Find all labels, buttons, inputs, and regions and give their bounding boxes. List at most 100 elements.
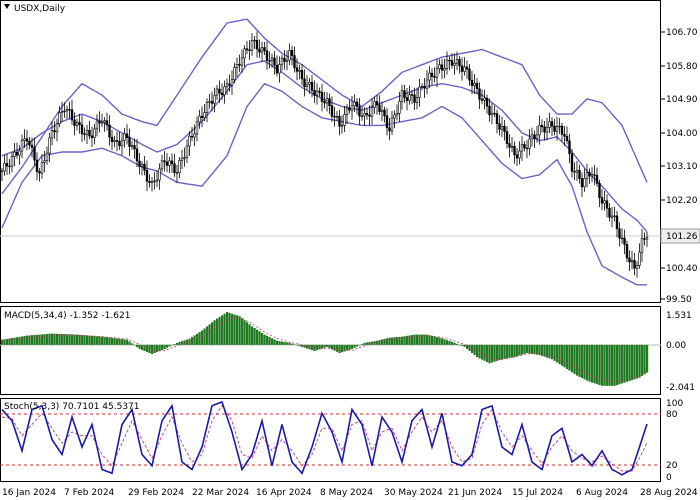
candle [175,164,179,183]
macd-bar [623,344,626,383]
macd-bar [216,318,219,345]
macd-bar [116,338,119,345]
macd-bar [498,344,501,361]
macd-bar [118,338,121,345]
macd-bar [258,331,261,345]
candle-body [33,147,36,161]
candle-body [638,251,641,266]
candle-body [343,114,346,126]
macd-bar [46,333,49,345]
macd-bar [563,344,566,368]
macd-bar [333,344,336,351]
macd-bar [96,336,99,345]
candle [360,106,364,121]
macd-bar [391,337,394,345]
candle [215,85,219,101]
candle [438,59,441,74]
candle [108,115,111,146]
candle-body [203,112,206,118]
candle [475,78,479,95]
macd-bar [191,337,194,345]
stoch-k-line [1,400,648,476]
candle [150,177,154,192]
candle-body [630,260,634,263]
candle-body [565,135,569,142]
candle [603,191,606,211]
candle [10,152,14,173]
macd-name: MACD(5,34,4) [4,311,67,321]
candle-body [358,106,361,117]
candle-body [275,64,279,74]
candle-body [60,111,64,113]
candle-body [243,48,246,59]
last-price-value: 101.26 [666,232,698,242]
macd-bar [16,337,19,345]
candle [180,149,184,169]
macd-bar [21,336,24,345]
macd-bar [158,344,161,351]
candle [548,112,551,134]
macd-bar [433,336,436,345]
candle-body [328,98,331,106]
candle-body [440,64,444,71]
macd-bar [166,344,169,348]
candle-body [628,257,631,263]
candle-body [135,148,139,162]
macd-bar [41,334,44,345]
candle-body [460,65,464,72]
candle-body [595,175,599,184]
date-label: 21 Jun 2024 [448,488,502,498]
macd-bar [633,344,636,380]
candle-body [10,156,14,167]
candle-body [488,105,491,116]
candle [350,95,354,120]
macd-bar [448,340,451,345]
candle [198,109,201,129]
macd-bar [106,337,109,345]
candle-body [258,48,261,53]
candle [110,129,114,151]
candle [598,179,601,208]
candle-body [585,172,589,179]
candle-body [533,134,536,139]
macd-bar [568,344,571,371]
macd-bar [396,337,399,345]
candle-body [83,133,86,135]
candle [543,121,546,141]
candle [235,57,239,78]
macd-bar [296,344,299,346]
candle [423,78,426,98]
candle-body [458,59,461,67]
candle [268,51,271,69]
candle [618,222,621,247]
macd-bar [386,338,389,345]
macd-bar [553,344,556,361]
candle-body [290,50,294,56]
macd-bar [461,344,464,346]
candle-body [395,112,399,116]
candle [223,80,226,104]
macd-bar [306,344,309,349]
candle-body [8,165,11,168]
price-tick: 102.20 [666,196,698,206]
candle [395,104,399,121]
candle-body [605,200,609,209]
macd-bar [291,343,294,345]
macd-bar [631,344,634,381]
candle [83,127,86,141]
candle-body [50,130,54,139]
candle [278,56,281,83]
candle [403,84,406,104]
candle-body [18,150,21,156]
candle [88,120,91,140]
candle [408,85,411,105]
macd-bar [626,344,629,382]
macd-bar [208,324,211,345]
candle-body [643,238,646,240]
macd-histogram [1,312,649,386]
candle [98,111,101,133]
macd-bar [218,316,221,345]
candle-body [473,82,476,86]
candle [55,118,59,142]
candle-body [443,68,446,71]
